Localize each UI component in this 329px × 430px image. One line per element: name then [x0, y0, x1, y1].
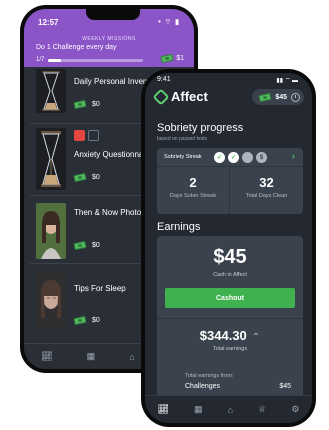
app-header: Affect $45	[145, 85, 312, 113]
home-icon[interactable]: ⌂	[129, 352, 134, 362]
cash-icon	[160, 53, 174, 64]
dollar-icon: $	[256, 152, 267, 163]
front-tab-bar: 📈︎ ▦ ⌂ ♕ ⚙	[145, 395, 312, 423]
status-indicators: • ⌔ ▮	[158, 19, 180, 26]
total-earnings-amount: $344.30	[199, 328, 247, 343]
hourglass-image	[36, 69, 66, 113]
sleeping-woman-image	[36, 272, 66, 328]
home-icon[interactable]: ⌂	[228, 405, 233, 415]
calendar-icon[interactable]: ▦	[87, 351, 96, 362]
app-logo: Affect	[152, 88, 208, 105]
weekly-progress-bar	[48, 59, 143, 62]
weekly-reward: $1	[160, 53, 184, 64]
challenge-amount: $0	[92, 101, 100, 108]
days-sober-streak-stat: 2 Days Sober Streak	[157, 167, 230, 214]
status-indicators: ▮▮ ⌔ ▬	[276, 78, 298, 84]
days-sober-streak-label: Days Sober Streak	[169, 193, 217, 199]
challenge-title: Tips For Sleep	[74, 284, 126, 293]
total-days-clean-label: Total Days Clean	[245, 193, 288, 199]
chevron-right-icon[interactable]: ›	[292, 151, 295, 162]
weekly-mission-tag: WEEKLY MISSIONS	[82, 36, 136, 42]
streak-row[interactable]: Sobriety Streak ✓ ✓ $ ›	[157, 148, 303, 167]
challenge-amount: $0	[92, 242, 100, 249]
calendar-badge-icon	[88, 130, 99, 141]
earnings-from-label: Total earnings from:	[185, 373, 234, 379]
weekly-progress-fill	[48, 59, 62, 62]
challenge-reward: $0	[73, 172, 100, 183]
status-time: 9:41	[157, 76, 171, 83]
earnings-source-row: Challenges $45	[185, 383, 291, 390]
weekly-reward-amount: $1	[176, 55, 184, 62]
earnings-source-name: Challenges	[185, 383, 221, 390]
sobriety-title: Sobriety progress	[157, 122, 244, 134]
cash-label: Cash in Affect	[213, 272, 247, 278]
divider	[157, 318, 303, 319]
app-name: Affect	[171, 89, 208, 104]
earnings-source-amount: $45	[279, 383, 291, 390]
balance-amount: $45	[275, 93, 287, 101]
sobriety-subtitle: based on passed tests	[157, 136, 208, 142]
challenge-reward: $0	[73, 99, 100, 110]
challenge-reward: $0	[73, 315, 100, 326]
cash-icon	[73, 99, 87, 110]
challenge-reward: $0	[73, 240, 100, 251]
woman-photo-image	[36, 203, 66, 259]
check-icon: ✓	[214, 152, 225, 163]
pending-dot-icon	[242, 152, 253, 163]
cash-icon	[73, 172, 87, 183]
cash-icon	[73, 315, 87, 326]
chevron-up-icon[interactable]: ⌃	[252, 332, 260, 343]
cashout-button[interactable]: Cashout	[165, 288, 295, 308]
total-days-clean-value: 32	[259, 175, 274, 190]
challenge-amount: $0	[92, 174, 100, 181]
notch	[86, 9, 140, 20]
sobriety-card: Sobriety Streak ✓ ✓ $ › 2 Days Sober Str…	[157, 148, 303, 214]
settings-icon[interactable]: ⚙	[291, 404, 299, 415]
hourglass-image	[36, 128, 66, 190]
total-earnings-label: Total earnings	[212, 346, 248, 352]
check-icon: ✓	[228, 152, 239, 163]
total-days-clean-stat: 32 Total Days Clean	[230, 167, 303, 214]
clock-icon	[291, 92, 300, 102]
calendar-icon[interactable]: ▦	[194, 404, 203, 415]
days-sober-streak-value: 2	[189, 175, 197, 190]
cash-icon	[258, 92, 272, 102]
chart-icon[interactable]: 📈︎	[41, 351, 52, 362]
total-earnings-row[interactable]: $344.30 ⌃	[157, 328, 303, 343]
weekly-mission-count: 1/7	[36, 57, 45, 63]
chart-icon[interactable]: 📈︎	[158, 404, 169, 415]
cash-icon	[73, 240, 87, 251]
front-screen: 9:41 ▮▮ ⌔ ▬ Affect $45 Sobriety progress…	[145, 73, 312, 423]
front-phone: 9:41 ▮▮ ⌔ ▬ Affect $45 Sobriety progress…	[141, 69, 316, 427]
challenge-amount: $0	[92, 317, 100, 324]
streak-dots: ✓ ✓ $	[214, 152, 267, 163]
streak-label: Sobriety Streak	[164, 154, 202, 160]
balance-pill[interactable]: $45	[252, 89, 304, 105]
stage: 12:57 • ⌔ ▮ WEEKLY MISSIONS Do 1 Challen…	[0, 0, 329, 430]
cash-amount: $45	[213, 246, 247, 268]
trophy-icon[interactable]: ♕	[258, 404, 266, 415]
weekly-mission-banner[interactable]: WEEKLY MISSIONS Do 1 Challenge every day…	[24, 33, 194, 67]
weekly-mission-title: Do 1 Challenge every day	[36, 44, 117, 51]
alert-badge-icon	[74, 130, 85, 141]
earnings-title: Earnings	[157, 221, 201, 233]
status-time: 12:57	[38, 18, 59, 27]
affect-logo-icon	[152, 88, 170, 105]
